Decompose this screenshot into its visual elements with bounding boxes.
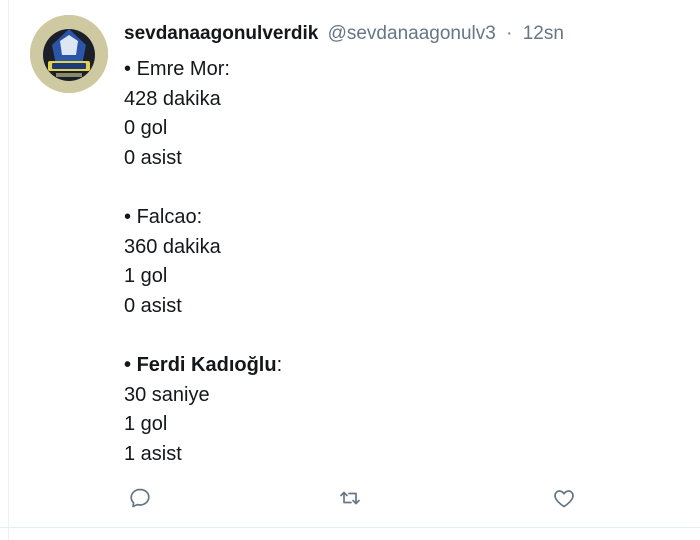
divider — [0, 527, 700, 528]
tweet-text-line: 0 asist — [124, 292, 282, 322]
stat-text: 1 gol — [124, 413, 168, 436]
colon: : — [224, 58, 230, 80]
stat-text: 360 dakika — [124, 235, 221, 258]
tweet-text-line: 0 gol — [124, 114, 282, 144]
stat-text: 1 gol — [124, 265, 168, 288]
tweet-text-line — [124, 321, 282, 351]
reply-icon — [130, 488, 150, 508]
reply-button[interactable] — [122, 480, 158, 516]
tweet-text-line: 1 gol — [124, 262, 282, 292]
bullet: • — [124, 205, 132, 228]
tweet-text-line — [124, 173, 282, 203]
avatar[interactable] — [30, 15, 108, 93]
tweet-text-line: 1 gol — [124, 410, 282, 440]
timestamp[interactable]: 12sn — [523, 23, 564, 44]
stat-text: 428 dakika — [124, 87, 221, 110]
like-button[interactable] — [546, 480, 582, 516]
tweet: sevdanaagonulverdik @sevdanaagonulv3 · 1… — [0, 0, 700, 540]
stat-text: 0 asist — [124, 294, 182, 317]
stat-text: 0 asist — [124, 146, 182, 169]
tweet-text: • Emre Mor: 428 dakika 0 gol 0 asist • Falca… — [124, 55, 282, 469]
retweet-icon — [340, 491, 360, 505]
player-name: Emre Mor — [136, 58, 225, 80]
separator: · — [506, 23, 513, 44]
tweet-text-line: • Ferdi Kadıoğlu: — [124, 351, 282, 381]
colon: : — [196, 205, 203, 228]
user-handle[interactable]: @sevdanaagonulv3 — [328, 23, 496, 44]
bullet: • — [124, 353, 132, 376]
display-name[interactable]: sevdanaagonulverdik — [124, 23, 318, 44]
tweet-text-line: • Emre Mor: — [124, 55, 282, 85]
colon: : — [276, 353, 283, 376]
divider — [8, 0, 9, 540]
player-name: Ferdi Kadıoğlu — [136, 353, 277, 376]
tweet-text-line: 360 dakika — [124, 233, 282, 263]
tweet-text-line: 0 asist — [124, 144, 282, 174]
heart-icon — [554, 490, 574, 508]
bullet: • — [124, 58, 132, 80]
retweet-button[interactable] — [332, 480, 368, 516]
tweet-text-line: 428 dakika — [124, 85, 282, 115]
stat-text: 30 saniye — [124, 383, 210, 406]
player-name: Falcao — [136, 205, 197, 228]
tweet-header: sevdanaagonulverdik @sevdanaagonulv3 · 1… — [124, 20, 564, 48]
tweet-text-line: 30 saniye — [124, 381, 282, 411]
avatar-logo-icon — [30, 15, 108, 93]
tweet-text-line: • Falcao: — [124, 203, 282, 233]
tweet-actions — [0, 480, 700, 516]
stat-text: 1 asist — [124, 442, 182, 465]
stat-text: 0 gol — [124, 117, 168, 140]
tweet-text-line: 1 asist — [124, 440, 282, 470]
